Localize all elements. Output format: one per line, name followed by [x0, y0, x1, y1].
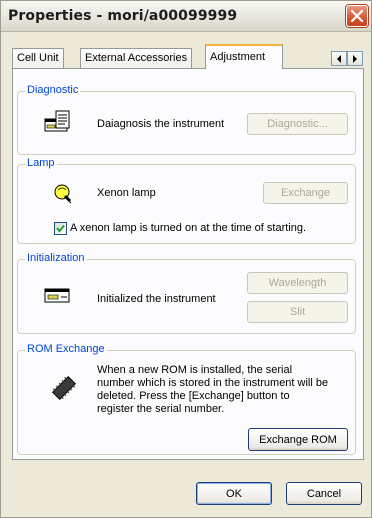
cancel-button[interactable]: Cancel [286, 482, 362, 505]
window-title: Properties - mori/a00099999 [8, 8, 238, 24]
tab-cell-unit[interactable]: Cell Unit [12, 48, 64, 68]
exchange-rom-button[interactable]: Exchange ROM [248, 428, 348, 451]
diagnostic-group-label: Diagnostic [25, 84, 81, 96]
initialization-text: Initialized the instrument [97, 293, 216, 305]
xenon-lamp-startup-label[interactable]: A xenon lamp is turned on at the time of… [70, 222, 306, 234]
close-button[interactable] [346, 5, 368, 27]
title-bar[interactable]: Properties - mori/a00099999 [1, 1, 371, 32]
checkmark-icon [56, 224, 65, 233]
diagnostic-button[interactable]: Diagnostic... [247, 113, 348, 135]
lamp-group-label: Lamp [25, 157, 57, 169]
close-icon [351, 10, 363, 22]
diagnosis-instrument-icon [44, 110, 70, 132]
rom-chip-icon [51, 375, 77, 401]
tab-adjustment[interactable]: Adjustment [205, 44, 283, 69]
tab-external-accessories[interactable]: External Accessories [80, 48, 193, 68]
tab-scroll-left-button[interactable] [331, 51, 347, 66]
initialization-group-label: Initialization [25, 252, 87, 264]
rom-text-line-1: When a new ROM is installed, the serial [97, 364, 293, 376]
arrow-left-icon [337, 55, 341, 63]
wavelength-button[interactable]: Wavelength [247, 272, 348, 294]
lamp-exchange-button[interactable]: Exchange [263, 182, 348, 204]
rom-text-line-3: deleted. Press the [Exchange] button to [97, 390, 290, 402]
ok-button[interactable]: OK [196, 482, 272, 505]
rom-exchange-description: When a new ROM is installed, the serial … [97, 364, 341, 416]
arrow-right-icon [353, 55, 357, 63]
rom-text-line-4: register the serial number. [97, 403, 225, 415]
lamp-text: Xenon lamp [97, 187, 156, 199]
lamp-bulb-icon [54, 184, 72, 204]
slit-button[interactable]: Slit [247, 301, 348, 323]
diagnostic-text: Daiagnosis the instrument [97, 118, 225, 130]
properties-dialog: Properties - mori/a00099999 Cell Unit Ex… [0, 0, 372, 518]
initialize-instrument-icon [44, 288, 70, 303]
xenon-lamp-startup-checkbox[interactable] [54, 222, 67, 235]
tab-scroll-right-button[interactable] [347, 51, 363, 66]
rom-text-line-2: number which is stored in the instrument… [97, 377, 329, 389]
rom-exchange-group-label: ROM Exchange [25, 343, 107, 355]
